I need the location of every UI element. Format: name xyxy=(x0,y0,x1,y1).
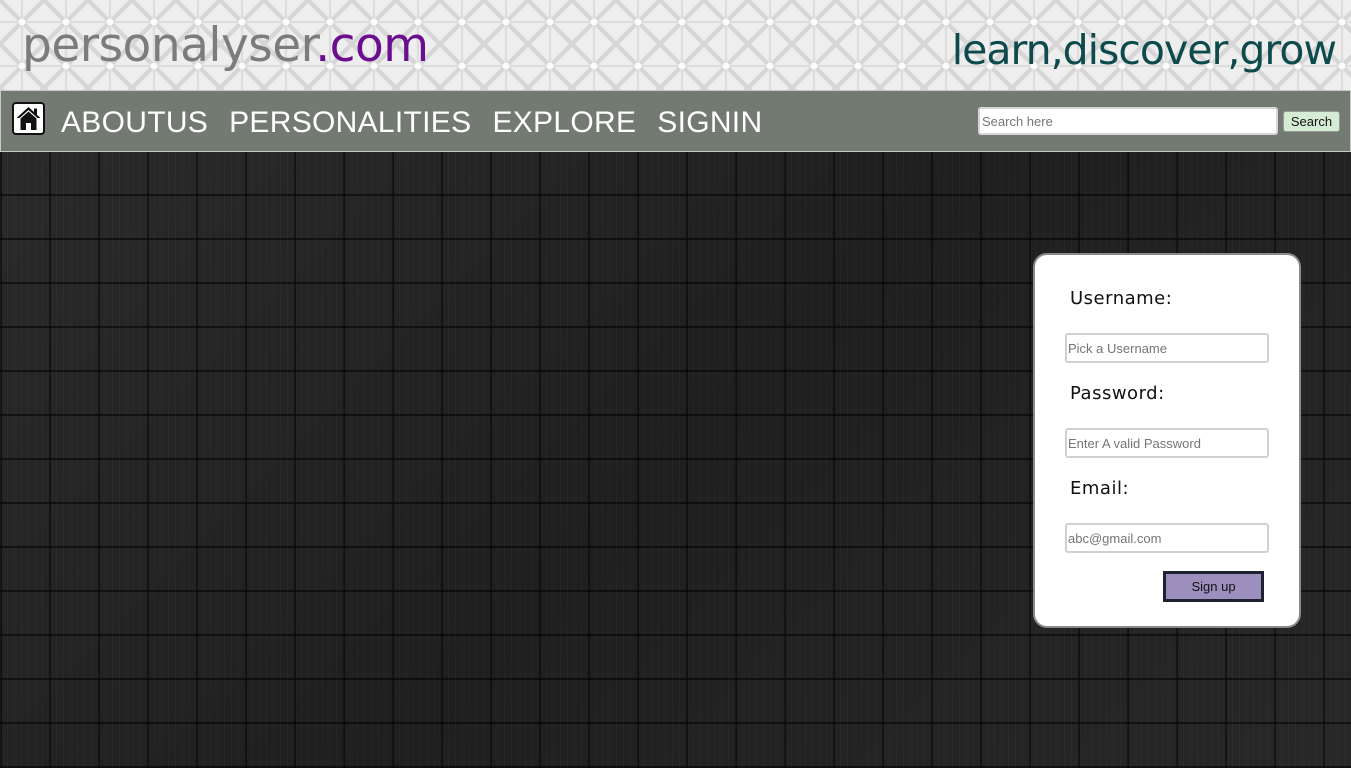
username-field[interactable] xyxy=(1065,333,1269,363)
password-label: Password: xyxy=(1070,383,1165,404)
username-label: Username: xyxy=(1070,288,1173,309)
logo-name: personalyser xyxy=(22,18,316,73)
header-banner: personalyser.com learn,discover,grow xyxy=(0,0,1351,90)
tagline: learn,discover,grow xyxy=(951,26,1337,74)
logo-tld: .com xyxy=(315,18,429,73)
home-button[interactable] xyxy=(12,102,45,135)
search-button[interactable]: Search xyxy=(1283,111,1340,132)
nav-link-aboutus[interactable]: ABOUTUS xyxy=(61,106,208,139)
nav-menu: ABOUTUS PERSONALITIES EXPLORE SIGNIN xyxy=(61,106,762,139)
signup-form: Username: Password: Email: Sign up xyxy=(1033,253,1301,628)
search-input[interactable] xyxy=(978,107,1278,135)
nav-link-explore[interactable]: EXPLORE xyxy=(492,106,636,139)
home-icon xyxy=(16,107,41,130)
nav-link-personalities[interactable]: PERSONALITIES xyxy=(229,106,471,139)
email-field[interactable] xyxy=(1065,523,1269,553)
password-field[interactable] xyxy=(1065,428,1269,458)
site-logo[interactable]: personalyser.com xyxy=(22,22,429,69)
nav-link-signin[interactable]: SIGNIN xyxy=(657,106,762,139)
nav-bar: ABOUTUS PERSONALITIES EXPLORE SIGNIN Sea… xyxy=(0,90,1351,152)
email-label: Email: xyxy=(1070,478,1130,499)
signup-button[interactable]: Sign up xyxy=(1163,571,1264,602)
